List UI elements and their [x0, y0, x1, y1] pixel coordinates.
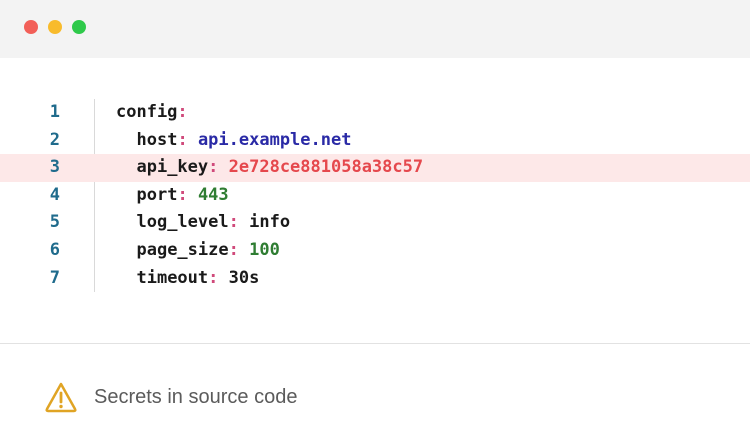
minimize-button[interactable]: [48, 20, 62, 34]
yaml-key: log_level: [136, 212, 229, 233]
yaml-colon: :: [177, 184, 188, 205]
code-line-highlighted: 3 api_key: 2e728ce881058a38c57: [0, 154, 750, 182]
warning-icon: [45, 382, 77, 413]
yaml-colon: :: [177, 102, 188, 122]
line-number: 3: [49, 157, 60, 178]
yaml-value: 30s: [228, 267, 260, 288]
yaml-key: timeout: [136, 267, 209, 288]
title-bar: [0, 0, 750, 58]
yaml-key: config: [116, 102, 178, 122]
yaml-value: info: [249, 212, 291, 233]
yaml-key: port: [136, 184, 178, 205]
line-number: 5: [49, 212, 60, 233]
secret-value: 2e728ce881058a38c57: [228, 157, 424, 178]
code-line: 4 port: 443: [0, 182, 750, 210]
code-line: 2 host: api.example.net: [0, 127, 750, 155]
code-line: 5 log_level: info: [0, 209, 750, 237]
warning-message: Secrets in source code: [94, 385, 298, 408]
yaml-value: 443: [197, 184, 229, 205]
maximize-button[interactable]: [72, 20, 86, 34]
code-window: 1 config: 2 host: api.example.net 3 api_…: [0, 0, 750, 425]
yaml-value: 100: [249, 239, 280, 260]
yaml-colon: :: [228, 212, 239, 233]
line-number: 2: [49, 129, 60, 150]
yaml-colon: :: [228, 239, 239, 260]
line-number: 6: [49, 239, 60, 260]
line-number: 7: [49, 267, 60, 288]
code-line: 1 config:: [0, 99, 750, 127]
divider: [0, 343, 750, 344]
yaml-key: api_key: [136, 157, 209, 178]
close-button[interactable]: [24, 20, 38, 34]
code-line: 6 page_size: 100: [0, 237, 750, 265]
yaml-colon: :: [208, 157, 219, 178]
code-editor: 1 config: 2 host: api.example.net 3 api_…: [0, 99, 750, 292]
yaml-colon: :: [208, 267, 219, 288]
code-line: 7 timeout: 30s: [0, 265, 750, 293]
line-number: 4: [49, 184, 60, 205]
warning-footer: Secrets in source code: [44, 380, 297, 414]
yaml-key: page_size: [136, 239, 229, 260]
yaml-value: api.example.net: [197, 129, 352, 150]
yaml-colon: :: [177, 129, 188, 150]
line-number: 1: [49, 102, 60, 122]
yaml-key: host: [136, 129, 178, 150]
